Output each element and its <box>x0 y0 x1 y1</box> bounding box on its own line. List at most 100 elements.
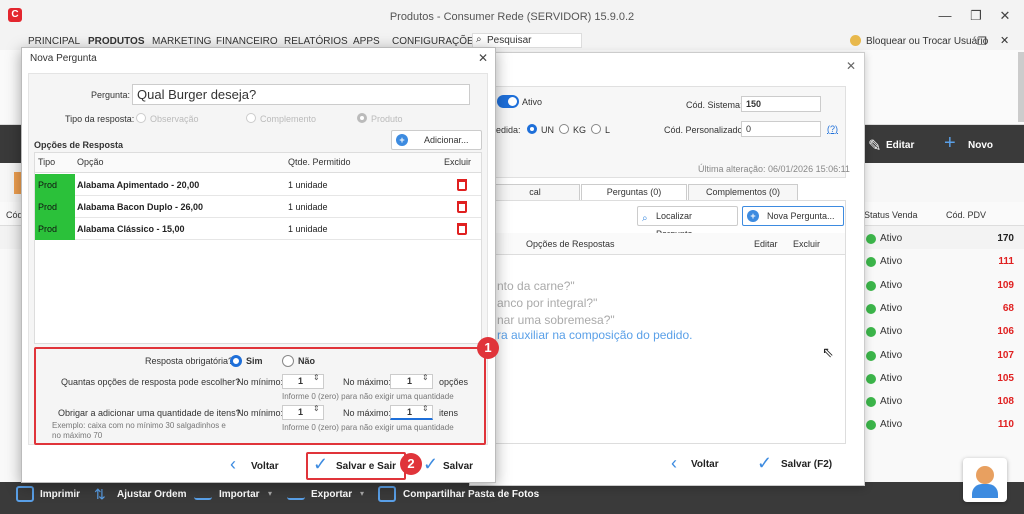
save-check-icon: ✓ <box>423 454 439 474</box>
close-sub-icon[interactable]: ✕ <box>1000 34 1009 47</box>
print-button[interactable]: Imprimir <box>40 489 80 500</box>
option-tipo: Prod <box>35 218 75 240</box>
kg-radio[interactable] <box>559 124 569 134</box>
restore-sub-icon[interactable]: ❐ <box>977 35 987 48</box>
opcoes-title: Opções de Resposta <box>34 140 124 150</box>
trash-icon[interactable] <box>457 179 467 191</box>
badge-1: 1 <box>477 337 499 359</box>
min2-spin-icon[interactable]: ⇕ <box>313 404 320 413</box>
export-caret-icon[interactable]: ▾ <box>360 489 364 498</box>
edit-button[interactable]: Editar <box>886 140 914 151</box>
new-button[interactable]: Novo <box>968 140 993 151</box>
menu-financeiro[interactable]: FINANCEIRO <box>216 36 278 47</box>
obrigar-label: Obrigar a adicionar uma quantidade de it… <box>58 408 241 418</box>
min2-label: No mínimo: <box>237 408 284 418</box>
obrigatoria-label: Resposta obrigatória? <box>145 356 234 366</box>
cod-sistema-field[interactable]: 150 <box>741 96 821 112</box>
option-qtd: 1 unidade <box>288 202 328 212</box>
prod-back-icon: ‹ <box>671 453 677 473</box>
ghost-line-3: nar uma sobremesa?" <box>497 313 615 327</box>
menu-apps[interactable]: APPS <box>353 36 380 47</box>
cursor-icon: ⇖ <box>822 344 834 360</box>
ghost-line-2: anco por integral?" <box>497 296 598 310</box>
dialog-save-button[interactable]: Salvar <box>443 461 473 472</box>
menu-relatorios[interactable]: RELATÓRIOS <box>284 36 348 47</box>
tab-complementos[interactable]: Complementos (0) <box>688 184 798 201</box>
option-tipo: Prod <box>35 174 75 196</box>
pergunta-label: Pergunta: <box>91 90 131 100</box>
ghost-line-1: nto da carne?" <box>497 279 575 293</box>
option-name: Alabama Clássico - 15,00 <box>77 224 185 234</box>
export-button[interactable]: Exportar <box>311 489 352 500</box>
prod-back-button[interactable]: Voltar <box>691 459 719 470</box>
un-radio[interactable] <box>527 124 537 134</box>
status-text: Ativo <box>880 326 903 338</box>
share-photos-button[interactable]: Compartilhar Pasta de Fotos <box>403 489 539 500</box>
min1-spin-icon[interactable]: ⇕ <box>313 373 320 382</box>
trash-icon[interactable] <box>457 223 467 235</box>
un-label: UN <box>541 125 554 135</box>
itens-suffix: itens <box>439 408 459 418</box>
max2-spin-icon[interactable]: ⇕ <box>422 404 429 413</box>
pdv-value: 110 <box>997 419 1014 431</box>
prod-save-button[interactable]: Salvar (F2) <box>781 459 832 470</box>
menu-marketing[interactable]: MARKETING <box>152 36 211 47</box>
restore-icon[interactable]: ❐ <box>966 8 986 24</box>
edit-icon: ✎ <box>868 138 882 155</box>
nao-label: Não <box>298 356 316 366</box>
menu-produtos[interactable]: PRODUTOS <box>88 36 145 47</box>
pergunta-input[interactable]: Qual Burger deseja? <box>132 84 470 105</box>
import-icon <box>194 486 212 500</box>
l-radio[interactable] <box>591 124 601 134</box>
menu-configuracoes[interactable]: CONFIGURAÇÕES <box>392 36 480 47</box>
adjust-order-button[interactable]: Ajustar Ordem <box>117 489 186 500</box>
import-button[interactable]: Importar <box>219 489 260 500</box>
ativo-label: Ativo <box>522 97 543 107</box>
toggle-knob <box>508 97 517 106</box>
max1-spin-icon[interactable]: ⇕ <box>422 373 429 382</box>
option-qtd: 1 unidade <box>288 224 328 234</box>
save-exit-button[interactable]: Salvar e Sair <box>336 461 396 472</box>
sim-radio[interactable] <box>230 355 242 367</box>
status-text: Ativo <box>880 233 903 244</box>
option-row[interactable]: Prod Alabama Clássico - 15,00 1 unidade <box>35 218 481 240</box>
monitor-icon <box>378 486 396 502</box>
product-close-icon[interactable]: ✕ <box>846 59 856 73</box>
close-window-icon[interactable]: ✕ <box>995 8 1015 24</box>
tipo-complemento-radio[interactable] <box>246 113 256 123</box>
nao-radio[interactable] <box>282 355 294 367</box>
help-link[interactable]: (?) <box>827 124 838 134</box>
option-row[interactable]: Prod Alabama Bacon Duplo - 26,00 1 unida… <box>35 196 481 218</box>
tab-fiscal[interactable]: cal <box>490 184 580 201</box>
option-row[interactable]: Prod Alabama Apimentado - 20,00 1 unidad… <box>35 174 481 196</box>
trash-icon[interactable] <box>457 201 467 213</box>
find-question-button[interactable]: ⌕ Localizar Pergunta... <box>637 206 738 239</box>
cod-pers-field[interactable]: 0 <box>741 121 821 137</box>
ativo-toggle[interactable] <box>497 95 519 108</box>
user-lock-icon <box>850 35 861 46</box>
dialog-close-icon[interactable]: ✕ <box>478 51 488 65</box>
tab-perguntas[interactable]: Perguntas (0) <box>581 184 687 201</box>
magnifier-icon: ⌕ <box>642 213 648 224</box>
col-excluir: Excluir <box>793 239 821 249</box>
cod-pers-label: Cód. Personalizado: <box>664 125 746 135</box>
plus-icon: + <box>944 132 956 154</box>
badge-2: 2 <box>400 453 422 475</box>
scrollbar[interactable] <box>1018 52 1024 122</box>
import-caret-icon[interactable]: ▾ <box>268 489 272 498</box>
printer-icon <box>16 486 34 502</box>
add-option-button[interactable]: + Adicionar... <box>391 130 482 150</box>
tipo-observacao-radio[interactable] <box>136 113 146 123</box>
dialog-back-button[interactable]: Voltar <box>251 461 279 472</box>
max2-label: No máximo: <box>343 408 392 418</box>
pdv-value: 105 <box>997 372 1014 384</box>
new-question-button[interactable]: + Nova Pergunta... <box>742 206 844 226</box>
hint-2: Informe 0 (zero) para não exigir uma qua… <box>282 423 454 432</box>
menu-principal[interactable]: PRINCIPAL <box>28 36 80 47</box>
minimize-icon[interactable]: — <box>935 8 955 24</box>
lock-user-link[interactable]: Bloquear ou Trocar Usuário <box>866 36 988 47</box>
tipo-produto-radio[interactable] <box>357 113 367 123</box>
support-agent-icon[interactable] <box>963 458 1007 502</box>
status-dot-icon <box>866 303 876 314</box>
search-input[interactable]: Pesquisar <box>472 33 582 48</box>
